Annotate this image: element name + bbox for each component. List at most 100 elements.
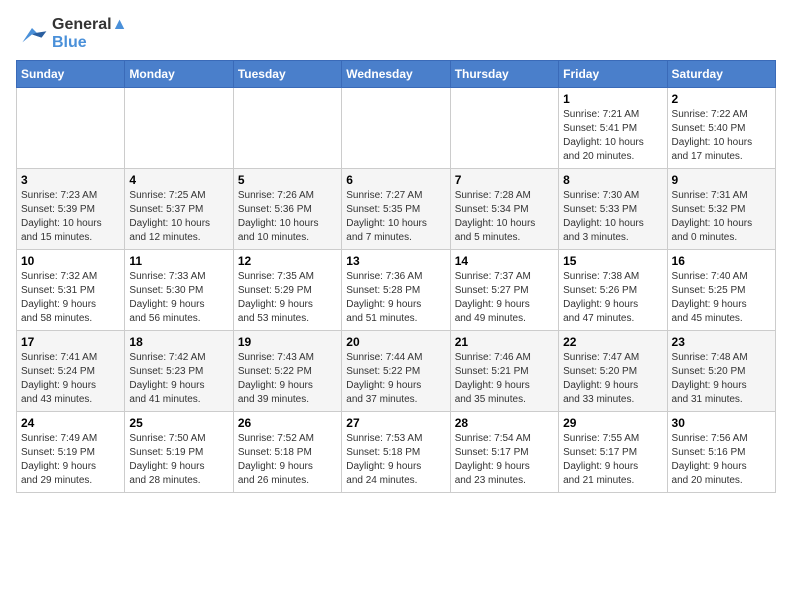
day-number: 14 — [455, 254, 554, 268]
day-number: 23 — [672, 335, 771, 349]
day-number: 22 — [563, 335, 662, 349]
calendar-cell: 14 Sunrise: 7:37 AM Sunset: 5:27 PM Dayli… — [450, 250, 558, 331]
day-info: Sunrise: 7:40 AM Sunset: 5:25 PM Dayligh… — [672, 270, 771, 326]
page-header: General▲ Blue — [16, 16, 776, 52]
day-info: Sunrise: 7:48 AM Sunset: 5:20 PM Dayligh… — [672, 351, 771, 407]
calendar-table: SundayMondayTuesdayWednesdayThursdayFrid… — [16, 60, 776, 493]
calendar-cell: 1 Sunrise: 7:21 AM Sunset: 5:41 PM Daylig… — [559, 88, 667, 169]
weekday-friday: Friday — [559, 61, 667, 88]
calendar-cell — [125, 88, 233, 169]
day-number: 24 — [21, 416, 120, 430]
day-info: Sunrise: 7:35 AM Sunset: 5:29 PM Dayligh… — [238, 270, 337, 326]
day-number: 28 — [455, 416, 554, 430]
calendar-week-2: 3Sunrise: 7:23 AM Sunset: 5:39 PM Daylig… — [17, 169, 776, 250]
calendar-week-4: 17 Sunrise: 7:41 AM Sunset: 5:24 PM Dayli… — [17, 331, 776, 412]
calendar-cell: 8 Sunrise: 7:30 AM Sunset: 5:33 PM Daylig… — [559, 169, 667, 250]
day-number: 1 — [563, 92, 662, 106]
day-number: 19 — [238, 335, 337, 349]
weekday-saturday: Saturday — [667, 61, 775, 88]
calendar-cell: 21 Sunrise: 7:46 AM Sunset: 5:21 PM Dayli… — [450, 331, 558, 412]
calendar-cell: 27Sunrise: 7:53 AM Sunset: 5:18 PM Dayli… — [342, 412, 450, 493]
calendar-week-1: 1 Sunrise: 7:21 AM Sunset: 5:41 PM Daylig… — [17, 88, 776, 169]
day-info: Sunrise: 7:54 AM Sunset: 5:17 PM Dayligh… — [455, 432, 554, 488]
calendar-cell: 13Sunrise: 7:36 AM Sunset: 5:28 PM Dayli… — [342, 250, 450, 331]
calendar-cell: 26 Sunrise: 7:52 AM Sunset: 5:18 PM Dayli… — [233, 412, 341, 493]
day-number: 6 — [346, 173, 445, 187]
calendar-cell: 7 Sunrise: 7:28 AM Sunset: 5:34 PM Daylig… — [450, 169, 558, 250]
day-number: 17 — [21, 335, 120, 349]
day-info: Sunrise: 7:47 AM Sunset: 5:20 PM Dayligh… — [563, 351, 662, 407]
day-info: Sunrise: 7:31 AM Sunset: 5:32 PM Dayligh… — [672, 189, 771, 245]
calendar-cell: 18 Sunrise: 7:42 AM Sunset: 5:23 PM Dayli… — [125, 331, 233, 412]
calendar-cell: 3Sunrise: 7:23 AM Sunset: 5:39 PM Daylig… — [17, 169, 125, 250]
logo-text: General▲ Blue — [52, 16, 127, 52]
day-info: Sunrise: 7:26 AM Sunset: 5:36 PM Dayligh… — [238, 189, 337, 245]
calendar-cell: 15 Sunrise: 7:38 AM Sunset: 5:26 PM Dayli… — [559, 250, 667, 331]
day-number: 5 — [238, 173, 337, 187]
day-info: Sunrise: 7:42 AM Sunset: 5:23 PM Dayligh… — [129, 351, 228, 407]
day-info: Sunrise: 7:44 AM Sunset: 5:22 PM Dayligh… — [346, 351, 445, 407]
day-info: Sunrise: 7:28 AM Sunset: 5:34 PM Dayligh… — [455, 189, 554, 245]
calendar-cell: 19 Sunrise: 7:43 AM Sunset: 5:22 PM Dayli… — [233, 331, 341, 412]
day-number: 25 — [129, 416, 228, 430]
day-number: 2 — [672, 92, 771, 106]
day-number: 9 — [672, 173, 771, 187]
calendar-cell: 9 Sunrise: 7:31 AM Sunset: 5:32 PM Daylig… — [667, 169, 775, 250]
calendar-header: SundayMondayTuesdayWednesdayThursdayFrid… — [17, 61, 776, 88]
logo-bird-icon — [16, 20, 48, 48]
day-info: Sunrise: 7:41 AM Sunset: 5:24 PM Dayligh… — [21, 351, 120, 407]
weekday-wednesday: Wednesday — [342, 61, 450, 88]
day-info: Sunrise: 7:55 AM Sunset: 5:17 PM Dayligh… — [563, 432, 662, 488]
day-number: 8 — [563, 173, 662, 187]
calendar-cell — [342, 88, 450, 169]
day-number: 3 — [21, 173, 120, 187]
day-info: Sunrise: 7:46 AM Sunset: 5:21 PM Dayligh… — [455, 351, 554, 407]
day-info: Sunrise: 7:32 AM Sunset: 5:31 PM Dayligh… — [21, 270, 120, 326]
calendar-cell: 17 Sunrise: 7:41 AM Sunset: 5:24 PM Dayli… — [17, 331, 125, 412]
day-number: 21 — [455, 335, 554, 349]
weekday-monday: Monday — [125, 61, 233, 88]
day-number: 15 — [563, 254, 662, 268]
day-info: Sunrise: 7:50 AM Sunset: 5:19 PM Dayligh… — [129, 432, 228, 488]
logo: General▲ Blue — [16, 16, 127, 52]
day-number: 18 — [129, 335, 228, 349]
day-number: 20 — [346, 335, 445, 349]
day-info: Sunrise: 7:30 AM Sunset: 5:33 PM Dayligh… — [563, 189, 662, 245]
weekday-header-row: SundayMondayTuesdayWednesdayThursdayFrid… — [17, 61, 776, 88]
calendar-cell: 28 Sunrise: 7:54 AM Sunset: 5:17 PM Dayli… — [450, 412, 558, 493]
day-number: 10 — [21, 254, 120, 268]
weekday-thursday: Thursday — [450, 61, 558, 88]
calendar-cell: 6Sunrise: 7:27 AM Sunset: 5:35 PM Daylig… — [342, 169, 450, 250]
calendar-cell: 4 Sunrise: 7:25 AM Sunset: 5:37 PM Daylig… — [125, 169, 233, 250]
calendar-cell: 22 Sunrise: 7:47 AM Sunset: 5:20 PM Dayli… — [559, 331, 667, 412]
day-info: Sunrise: 7:37 AM Sunset: 5:27 PM Dayligh… — [455, 270, 554, 326]
day-number: 12 — [238, 254, 337, 268]
day-number: 26 — [238, 416, 337, 430]
calendar-cell: 12 Sunrise: 7:35 AM Sunset: 5:29 PM Dayli… — [233, 250, 341, 331]
day-number: 16 — [672, 254, 771, 268]
day-number: 7 — [455, 173, 554, 187]
day-number: 27 — [346, 416, 445, 430]
day-number: 4 — [129, 173, 228, 187]
calendar-cell: 23 Sunrise: 7:48 AM Sunset: 5:20 PM Dayli… — [667, 331, 775, 412]
calendar-cell: 2Sunrise: 7:22 AM Sunset: 5:40 PM Daylig… — [667, 88, 775, 169]
day-info: Sunrise: 7:36 AM Sunset: 5:28 PM Dayligh… — [346, 270, 445, 326]
calendar-cell: 10 Sunrise: 7:32 AM Sunset: 5:31 PM Dayli… — [17, 250, 125, 331]
day-info: Sunrise: 7:52 AM Sunset: 5:18 PM Dayligh… — [238, 432, 337, 488]
calendar-cell — [233, 88, 341, 169]
day-info: Sunrise: 7:25 AM Sunset: 5:37 PM Dayligh… — [129, 189, 228, 245]
day-info: Sunrise: 7:56 AM Sunset: 5:16 PM Dayligh… — [672, 432, 771, 488]
calendar-week-5: 24Sunrise: 7:49 AM Sunset: 5:19 PM Dayli… — [17, 412, 776, 493]
weekday-tuesday: Tuesday — [233, 61, 341, 88]
calendar-cell: 30Sunrise: 7:56 AM Sunset: 5:16 PM Dayli… — [667, 412, 775, 493]
day-info: Sunrise: 7:21 AM Sunset: 5:41 PM Dayligh… — [563, 108, 662, 164]
day-info: Sunrise: 7:38 AM Sunset: 5:26 PM Dayligh… — [563, 270, 662, 326]
calendar-cell: 24Sunrise: 7:49 AM Sunset: 5:19 PM Dayli… — [17, 412, 125, 493]
calendar-body: 1 Sunrise: 7:21 AM Sunset: 5:41 PM Daylig… — [17, 88, 776, 493]
day-info: Sunrise: 7:43 AM Sunset: 5:22 PM Dayligh… — [238, 351, 337, 407]
day-info: Sunrise: 7:33 AM Sunset: 5:30 PM Dayligh… — [129, 270, 228, 326]
calendar-cell — [17, 88, 125, 169]
calendar-cell: 29Sunrise: 7:55 AM Sunset: 5:17 PM Dayli… — [559, 412, 667, 493]
weekday-sunday: Sunday — [17, 61, 125, 88]
calendar-cell: 25 Sunrise: 7:50 AM Sunset: 5:19 PM Dayli… — [125, 412, 233, 493]
